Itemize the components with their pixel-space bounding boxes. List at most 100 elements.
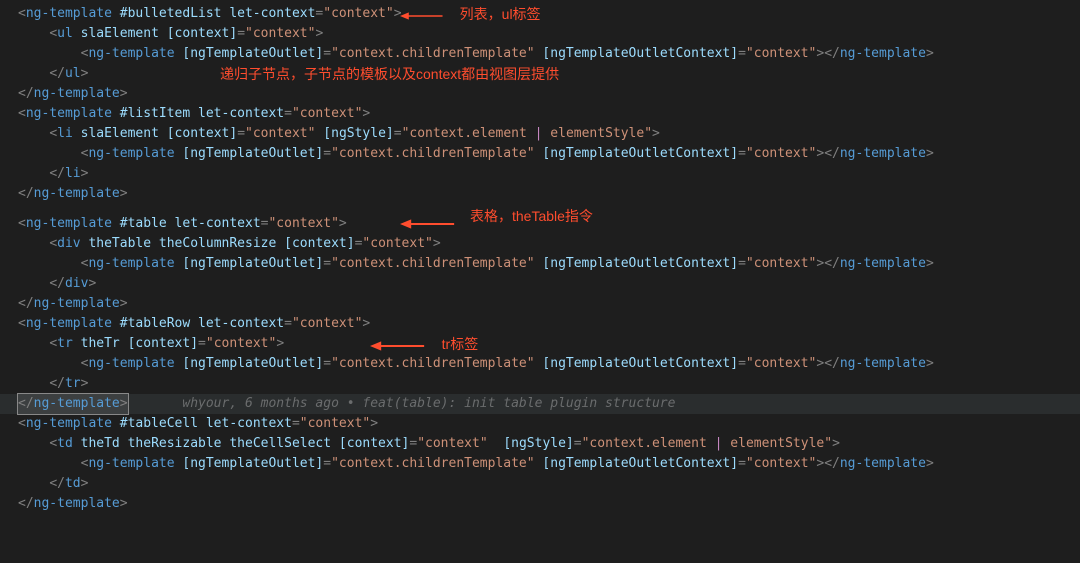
code-line[interactable]: <ng-template #listItem let-context="cont… (0, 104, 1080, 124)
code-line[interactable]: <tr theTr [context]="context"> tr标签 (0, 334, 1080, 354)
string: "context" (746, 146, 816, 161)
annotation-label: tr标签 (442, 336, 479, 352)
tag-name: li (65, 166, 81, 181)
tag-name: ng-template (840, 46, 926, 61)
punct: </ (18, 496, 34, 511)
sp (159, 26, 167, 41)
punct: </ (824, 256, 840, 271)
tag-name: ng-template (88, 46, 174, 61)
punct: < (18, 6, 26, 21)
code-line[interactable]: <ng-template [ngTemplateOutlet]="context… (0, 44, 1080, 64)
string: "context" (746, 46, 816, 61)
code-line[interactable]: <ng-template #table let-context="context… (0, 214, 1080, 234)
arrow-icon (400, 216, 456, 232)
attr: [ngTemplateOutlet] (182, 146, 323, 161)
punct: > (88, 276, 96, 291)
punct: > (394, 6, 402, 21)
code-line[interactable]: </ul>递归子节点，子节点的模板以及context都由视图层提供 (0, 64, 1080, 84)
punct: < (49, 236, 57, 251)
code-line[interactable]: <ul slaElement [context]="context"> (0, 24, 1080, 44)
code-line[interactable]: </ng-template> (0, 294, 1080, 314)
tag-name: ng-template (34, 296, 120, 311)
annotation-row: 表格，theTable指令 (0, 204, 1080, 214)
eq: = (738, 146, 746, 161)
eq: = (394, 126, 402, 141)
sp (73, 126, 81, 141)
punct: > (433, 236, 441, 251)
code-line[interactable]: </ng-template> (0, 494, 1080, 514)
code-line-active[interactable]: </ng-template> whyour, 6 months ago • fe… (0, 394, 1080, 414)
punct: > (370, 416, 378, 431)
code-line[interactable]: <ng-template [ngTemplateOutlet]="context… (0, 254, 1080, 274)
attr: theColumnResize (159, 236, 276, 251)
punct: </ (49, 476, 65, 491)
string: "context" (292, 106, 362, 121)
tag-name: ng-template (26, 6, 112, 21)
attr: let-context (206, 416, 292, 431)
punct: < (18, 106, 26, 121)
attr: let-context (198, 316, 284, 331)
code-line[interactable]: <li slaElement [context]="context" [ngSt… (0, 124, 1080, 144)
tag-name: li (57, 126, 73, 141)
punct: > (81, 476, 89, 491)
attr: #bulletedList (120, 6, 222, 21)
attr: [ngTemplateOutlet] (182, 456, 323, 471)
tag-name: ng-template (26, 316, 112, 331)
code-line[interactable]: </tr> (0, 374, 1080, 394)
code-line[interactable]: </li> (0, 164, 1080, 184)
attr: theTable (88, 236, 151, 251)
tag-name: ng-template (840, 456, 926, 471)
arrow-icon (370, 338, 426, 354)
string: "context" (323, 6, 393, 21)
sp (112, 6, 120, 21)
code-line[interactable]: <ng-template [ngTemplateOutlet]="context… (0, 454, 1080, 474)
punct: > (120, 496, 128, 511)
code-line[interactable]: <ng-template #tableRow let-context="cont… (0, 314, 1080, 334)
string: elementStyle" (722, 436, 832, 451)
string: "context" (245, 126, 315, 141)
code-line[interactable]: </td> (0, 474, 1080, 494)
attr: [ngTemplateOutlet] (182, 46, 323, 61)
tag-name: ng-template (88, 146, 174, 161)
punct: > (276, 336, 284, 351)
punct: </ (18, 186, 34, 201)
code-line[interactable]: <ng-template [ngTemplateOutlet]="context… (0, 354, 1080, 374)
tag-name: ng-template (88, 356, 174, 371)
string: "context.childrenTemplate" (331, 256, 535, 271)
eq: = (237, 126, 245, 141)
attr: theTd (81, 436, 120, 451)
code-line[interactable]: <td theTd theResizable theCellSelect [co… (0, 434, 1080, 454)
tag-name: ng-template (34, 86, 120, 101)
punct: </ (18, 86, 34, 101)
sp (167, 216, 175, 231)
code-line[interactable]: <ng-template [ngTemplateOutlet]="context… (0, 144, 1080, 164)
code-line[interactable]: </ng-template> (0, 184, 1080, 204)
punct: > (120, 186, 128, 201)
sp (159, 126, 167, 141)
attr: [ngStyle] (323, 126, 393, 141)
eq: = (323, 256, 331, 271)
punct: </ (49, 276, 65, 291)
string: "context" (417, 436, 487, 451)
attr: #tableCell (120, 416, 198, 431)
attr: theTr (81, 336, 120, 351)
sp (112, 316, 120, 331)
code-line[interactable]: <div theTable theColumnResize [context]=… (0, 234, 1080, 254)
tag-name: ul (57, 26, 73, 41)
punct: > (339, 216, 347, 231)
tag-name: div (65, 276, 88, 291)
code-editor-view[interactable]: <ng-template #bulletedList let-context="… (0, 4, 1080, 514)
code-line[interactable]: <ng-template #bulletedList let-context="… (0, 4, 1080, 24)
punct: < (49, 26, 57, 41)
attr: let-context (175, 216, 261, 231)
code-line[interactable]: </div> (0, 274, 1080, 294)
punct: </ (824, 46, 840, 61)
punct: > (926, 46, 934, 61)
punct: < (49, 436, 57, 451)
punct: > (81, 66, 89, 81)
attr: [ngTemplateOutlet] (182, 356, 323, 371)
code-line[interactable]: <ng-template #tableCell let-context="con… (0, 414, 1080, 434)
tag-name: ul (65, 66, 81, 81)
attr: theResizable (128, 436, 222, 451)
code-line[interactable]: </ng-template> (0, 84, 1080, 104)
